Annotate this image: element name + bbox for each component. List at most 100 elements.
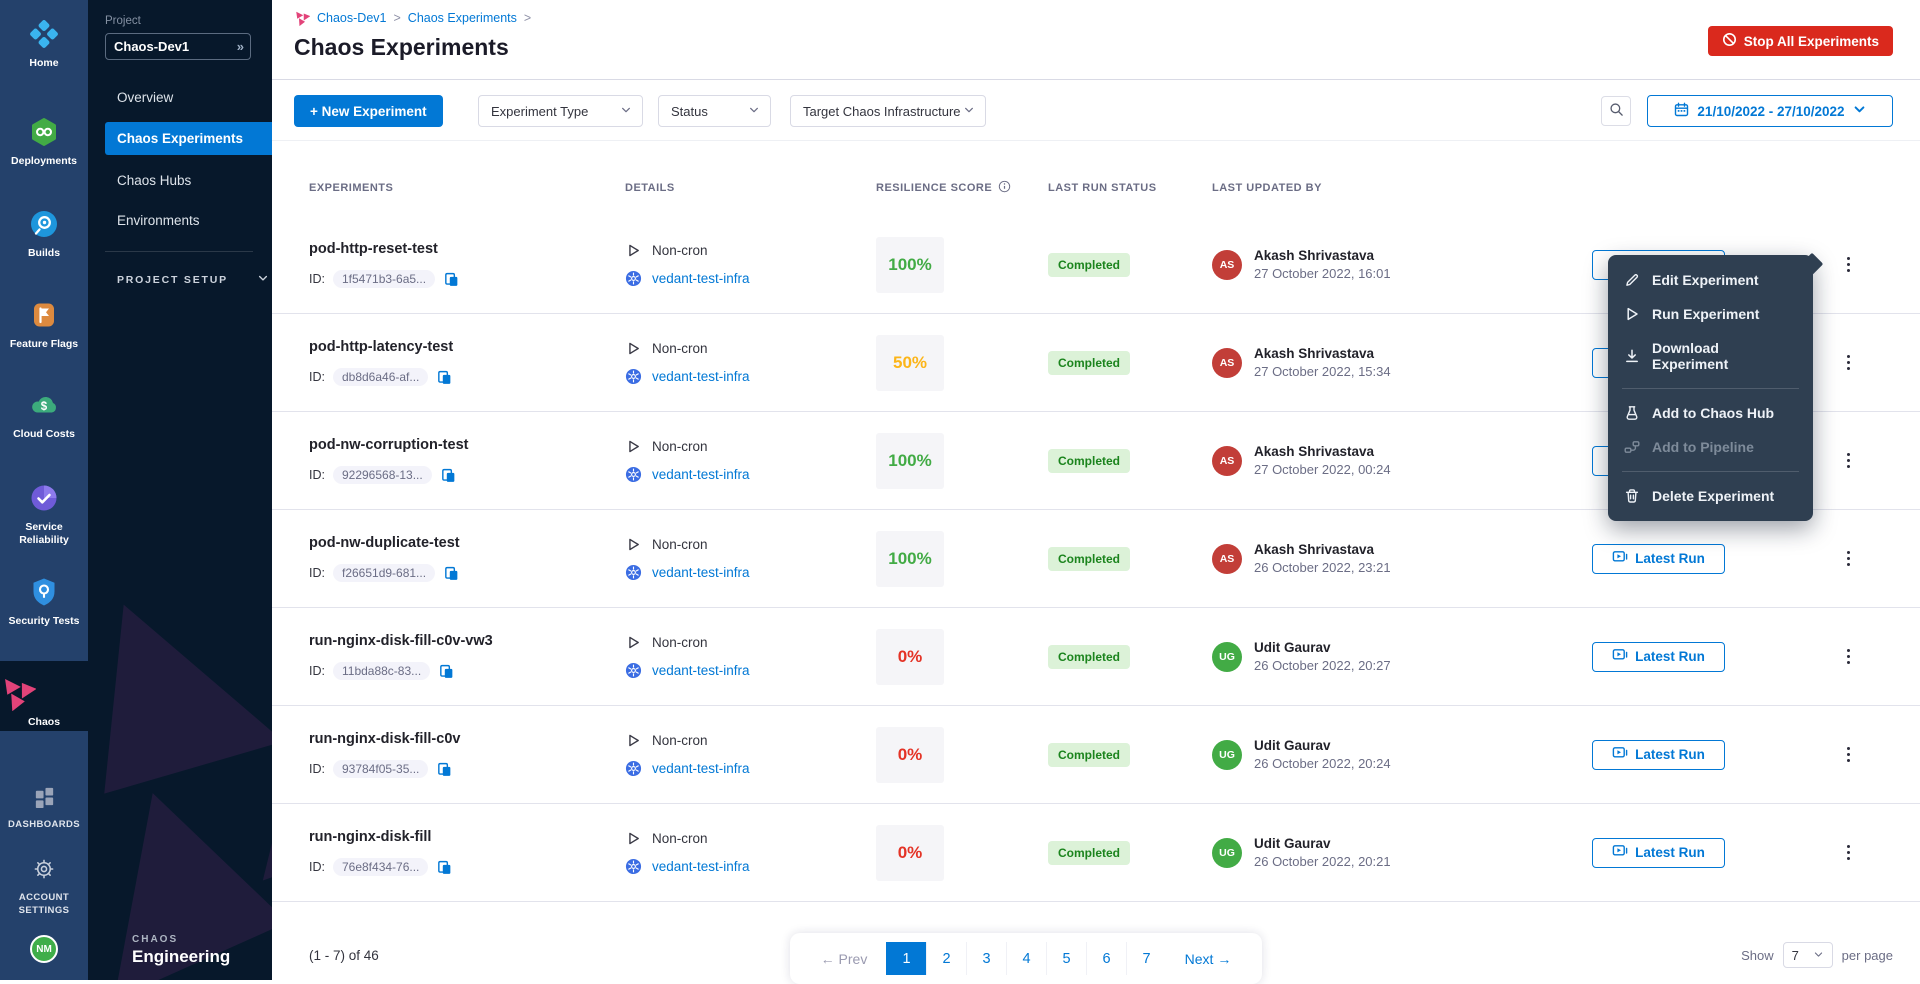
copy-id-icon[interactable] [438,663,455,680]
copy-id-icon[interactable] [443,271,460,288]
latest-run-button[interactable]: Latest Run [1592,544,1725,574]
menu-item-delete-experiment[interactable]: Delete Experiment [1608,479,1813,513]
breadcrumb-project-link[interactable]: Chaos-Dev1 [317,11,386,25]
schedule-type: Non-cron [652,439,708,454]
rail-item-feature-flags[interactable]: Feature Flags [0,297,88,351]
non-cron-icon [625,635,642,650]
next-page-button[interactable]: Next → [1166,951,1250,967]
infrastructure-link[interactable]: vedant-test-infra [652,271,750,286]
sidebar-item-chaos-experiments[interactable]: Chaos Experiments [105,122,272,155]
sidebar-item-environments[interactable]: Environments [105,204,272,237]
pencil-icon [1624,272,1640,288]
rail-item-cloud-costs[interactable]: $Cloud Costs [0,387,88,441]
sidebar-item-chaos-hubs[interactable]: Chaos Hubs [105,164,272,197]
expand-sidebar-icon[interactable]: » [237,39,242,54]
kubernetes-icon [625,368,642,385]
menu-item-edit-experiment[interactable]: Edit Experiment [1608,263,1813,297]
menu-divider [1622,471,1799,472]
experiment-id: 76e8f434-76... [333,858,428,876]
breadcrumb-page-link[interactable]: Chaos Experiments [408,11,517,25]
rail-item-account-settings[interactable]: ACCOUNT SETTINGS [0,851,88,917]
rail-item-service-reliability[interactable]: Service Reliability [0,480,88,546]
rail-item-builds[interactable]: Builds [0,206,88,260]
prev-page-button[interactable]: ← Prev [802,951,886,967]
trash-icon [1624,488,1640,504]
infrastructure-link[interactable]: vedant-test-infra [652,859,750,874]
latest-run-button[interactable]: Latest Run [1592,838,1725,868]
latest-run-button[interactable]: Latest Run [1592,642,1725,672]
chevron-down-icon [748,104,760,119]
infrastructure-link[interactable]: vedant-test-infra [652,467,750,482]
updated-date: 26 October 2022, 23:21 [1254,560,1391,575]
experiment-id: db8d6a46-af... [333,368,428,386]
info-icon[interactable] [998,180,1011,196]
id-label: ID: [309,566,325,580]
row-menu-button[interactable] [1842,252,1856,278]
page-button-2[interactable]: 2 [926,942,966,975]
row-menu-button[interactable] [1842,448,1856,474]
non-cron-icon [625,733,642,748]
dashboards-icon [0,778,88,814]
copy-id-icon[interactable] [440,467,457,484]
experiment-row: pod-nw-duplicate-test ID: f26651d9-681..… [272,510,1920,608]
page-button-4[interactable]: 4 [1006,942,1046,975]
menu-item-add-to-chaos-hub[interactable]: Add to Chaos Hub [1608,396,1813,430]
row-menu-button[interactable] [1842,742,1856,768]
infrastructure-link[interactable]: vedant-test-infra [652,761,750,776]
latest-run-button[interactable]: Latest Run [1592,740,1725,770]
experiment-name[interactable]: run-nginx-disk-fill-c0v [309,731,625,747]
copy-id-icon[interactable] [436,859,453,876]
user-profile-avatar[interactable]: NM [30,935,58,963]
copy-id-icon[interactable] [436,761,453,778]
page-button-3[interactable]: 3 [966,942,1006,975]
stop-all-experiments-button[interactable]: Stop All Experiments [1708,26,1893,56]
kubernetes-icon [625,270,642,287]
menu-item-download-experiment[interactable]: Download Experiment [1608,331,1813,381]
page-button-6[interactable]: 6 [1086,942,1126,975]
menu-item-run-experiment[interactable]: Run Experiment [1608,297,1813,331]
row-menu-button[interactable] [1842,350,1856,376]
experiment-context-menu: Edit ExperimentRun ExperimentDownload Ex… [1608,255,1813,521]
status-filter[interactable]: Status [658,95,771,127]
kubernetes-icon [625,564,642,581]
experiment-name[interactable]: pod-nw-corruption-test [309,437,625,453]
page-button-1[interactable]: 1 [886,942,926,975]
experiment-type-filter[interactable]: Experiment Type [478,95,643,127]
search-button[interactable] [1601,96,1631,126]
row-menu-button[interactable] [1842,644,1856,670]
rail-item-home[interactable]: Home [0,16,88,70]
chaos-hub-icon [1624,405,1640,421]
experiment-name[interactable]: run-nginx-disk-fill-c0v-vw3 [309,633,625,649]
row-menu-button[interactable] [1842,546,1856,572]
project-selector[interactable]: Chaos-Dev1 » [105,33,251,60]
updated-date: 26 October 2022, 20:24 [1254,756,1391,771]
infrastructure-link[interactable]: vedant-test-infra [652,565,750,580]
target-infrastructure-filter[interactable]: Target Chaos Infrastructure [790,95,986,127]
page-button-7[interactable]: 7 [1126,942,1166,975]
rail-item-dashboards[interactable]: DASHBOARDS [0,778,88,832]
id-label: ID: [309,762,325,776]
page-size-select[interactable]: 7 [1783,942,1833,968]
date-range-picker[interactable]: 21/10/2022 - 27/10/2022 [1647,95,1893,127]
new-experiment-button[interactable]: + New Experiment [294,95,443,127]
sidebar-item-overview[interactable]: Overview [105,81,272,114]
download-icon [1624,348,1640,364]
project-setup-section[interactable]: PROJECT SETUP [117,272,269,287]
row-menu-button[interactable] [1842,840,1856,866]
copy-id-icon[interactable] [436,369,453,386]
experiment-name[interactable]: run-nginx-disk-fill [309,829,625,845]
copy-id-icon[interactable] [443,565,460,582]
infrastructure-link[interactable]: vedant-test-infra [652,369,750,384]
experiment-name[interactable]: pod-http-reset-test [309,241,625,257]
header-divider [272,79,1920,80]
infrastructure-link[interactable]: vedant-test-infra [652,663,750,678]
experiment-name[interactable]: pod-nw-duplicate-test [309,535,625,551]
page-button-5[interactable]: 5 [1046,942,1086,975]
rail-item-security-tests[interactable]: Security Tests [0,574,88,628]
chaos-icon [0,675,36,711]
page-range-summary: (1 - 7) of 46 [309,948,379,963]
rail-item-chaos[interactable]: Chaos [0,661,88,731]
experiment-name[interactable]: pod-http-latency-test [309,339,625,355]
rail-item-deployments[interactable]: Deployments [0,114,88,168]
latest-run-icon [1612,843,1628,862]
